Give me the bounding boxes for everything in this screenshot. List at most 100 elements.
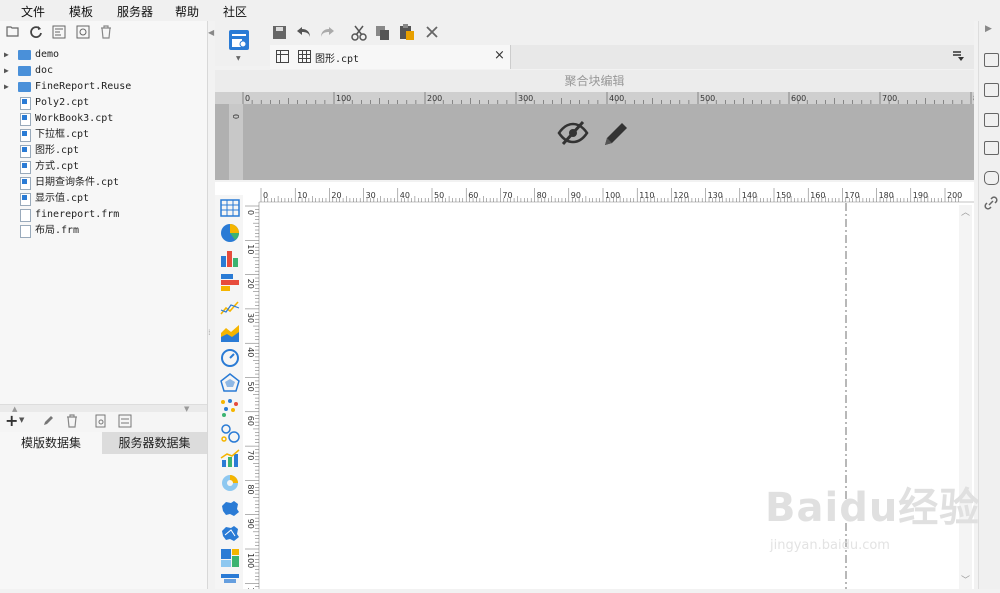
radar-chart-icon[interactable] (220, 373, 240, 393)
expand-right-icon[interactable]: ▶ (985, 24, 992, 34)
tab-list-icon[interactable] (952, 50, 964, 65)
donut-chart-icon[interactable] (220, 473, 240, 493)
funnel-chart-icon[interactable] (220, 573, 240, 593)
tree-item-label: 布局.frm (35, 225, 80, 236)
condition-attr-icon[interactable] (984, 141, 999, 155)
menu-template[interactable]: 模板 (69, 3, 93, 20)
expand-arrow-icon[interactable]: ▶ (4, 47, 9, 63)
add-dataset-icon[interactable]: + (5, 411, 18, 430)
ruler-label: 30 (246, 313, 255, 323)
ruler-label: 100 (605, 191, 620, 200)
edit-icon[interactable] (42, 414, 55, 430)
menu-community[interactable]: 社区 (223, 3, 247, 20)
tree-item-folder[interactable]: ▶ demo (0, 47, 207, 63)
cell-grid-icon[interactable] (276, 50, 289, 66)
menu-file[interactable]: 文件 (21, 3, 45, 20)
paste-icon[interactable] (399, 24, 415, 44)
tree-item-file[interactable]: 显示值.cpt (0, 191, 207, 207)
cpt-file-icon (20, 129, 31, 142)
copy-icon[interactable] (375, 25, 391, 44)
scroll-down-icon[interactable]: ﹀ (961, 573, 970, 586)
menu-server[interactable]: 服务器 (117, 3, 153, 20)
menu-help[interactable]: 帮助 (175, 3, 199, 20)
hyperlink-icon[interactable] (984, 196, 998, 213)
tree-item-label: 下拉框.cpt (35, 129, 90, 140)
close-icon[interactable] (425, 25, 439, 42)
cpt-file-icon (20, 193, 31, 206)
redo-icon[interactable] (319, 25, 335, 42)
ruler-label: 20 (246, 279, 255, 289)
widget-attr-icon[interactable] (984, 83, 999, 97)
ruler-label: 160 (810, 191, 825, 200)
treemap-chart-icon[interactable] (220, 548, 240, 568)
pie-chart-icon[interactable] (220, 223, 240, 243)
tree-item-folder[interactable]: ▶ FineReport.Reuse (0, 79, 207, 95)
tree-item-label: 显示值.cpt (35, 193, 90, 204)
hide-eye-icon[interactable] (557, 120, 589, 149)
tree-item-file[interactable]: 方式.cpt (0, 159, 207, 175)
undo-icon[interactable] (296, 25, 312, 42)
folder-icon (18, 82, 31, 92)
area-chart-icon[interactable] (220, 323, 240, 343)
expand-arrow-icon[interactable]: ▶ (4, 63, 9, 79)
tab-close-icon[interactable]: × (494, 48, 505, 63)
scatter-chart-icon[interactable] (220, 398, 240, 418)
ruler-label: 200 (947, 191, 962, 200)
expand-arrow-icon[interactable]: ▶ (4, 79, 9, 95)
ruler-label: 600 (791, 94, 806, 103)
tree-item-file[interactable]: 日期查询条件.cpt (0, 175, 207, 191)
bubble-chart-icon[interactable] (220, 423, 240, 443)
open-folder-icon[interactable] (5, 25, 21, 41)
dataset-tabs: 模版数据集 服务器数据集 (0, 432, 207, 454)
column-chart-icon[interactable] (220, 248, 240, 268)
ruler-label: 150 (776, 191, 791, 200)
scroll-up-icon[interactable]: ︿ (961, 205, 970, 218)
bar-chart-icon[interactable] (220, 273, 240, 293)
frm-file-icon (20, 209, 31, 222)
ruler-label: 20 (331, 191, 341, 200)
tree-item-folder[interactable]: ▶ doc (0, 63, 207, 79)
tab-template-dataset[interactable]: 模版数据集 (0, 432, 102, 454)
ruler-label: 0 (246, 210, 255, 215)
save-icon[interactable] (272, 25, 287, 43)
collapse-left-icon[interactable]: ◀ (208, 28, 214, 37)
tree-item-file[interactable]: 布局.frm (0, 223, 207, 239)
tree-item-file[interactable]: Poly2.cpt (0, 95, 207, 111)
hyperlink-list-icon[interactable] (984, 171, 999, 185)
combo-chart-icon[interactable] (220, 448, 240, 468)
document-tabbar: 图形.cpt × (270, 45, 974, 69)
delete-icon[interactable] (98, 25, 114, 41)
map-chart-icon[interactable] (220, 498, 240, 518)
add-dropdown-icon[interactable]: ▼ (19, 416, 24, 424)
dataset-params-icon[interactable] (118, 414, 132, 431)
template-dropdown-icon[interactable]: ▼ (236, 55, 241, 62)
tree-item-file[interactable]: 下拉框.cpt (0, 127, 207, 143)
refresh-icon[interactable] (28, 25, 44, 41)
tree-item-file[interactable]: WorkBook3.cpt (0, 111, 207, 127)
line-chart-icon[interactable] (220, 298, 240, 318)
template-info-icon[interactable] (51, 25, 67, 41)
right-property-panel: ▶ (978, 21, 1000, 589)
cell-attr-icon[interactable] (984, 53, 999, 67)
gauge-chart-icon[interactable] (220, 348, 240, 368)
edit-pencil-icon[interactable] (602, 120, 632, 151)
splitter-grip-icon[interactable]: ⁞ (208, 328, 211, 337)
cpt-file-icon (20, 145, 31, 158)
tab-server-dataset[interactable]: 服务器数据集 (102, 432, 207, 454)
float-element-icon[interactable] (984, 113, 999, 127)
tree-item-file[interactable]: 图形.cpt (0, 143, 207, 159)
locate-icon[interactable] (75, 25, 91, 41)
delete-dataset-icon[interactable] (66, 414, 78, 431)
tree-item-label: Poly2.cpt (35, 97, 90, 108)
flow-map-icon[interactable] (220, 523, 240, 543)
tab-document[interactable]: 图形.cpt × (270, 45, 511, 69)
ruler-label: 0 (245, 94, 250, 103)
preview-dataset-icon[interactable] (95, 414, 107, 431)
cpt-file-icon (20, 113, 31, 126)
tree-item-file[interactable]: finereport.frm (0, 207, 207, 223)
table-chart-icon[interactable] (220, 198, 240, 218)
template-doc-icon[interactable] (228, 28, 250, 55)
ruler-label: 30 (366, 191, 376, 200)
folder-icon (18, 66, 31, 76)
cut-icon[interactable] (351, 25, 367, 44)
